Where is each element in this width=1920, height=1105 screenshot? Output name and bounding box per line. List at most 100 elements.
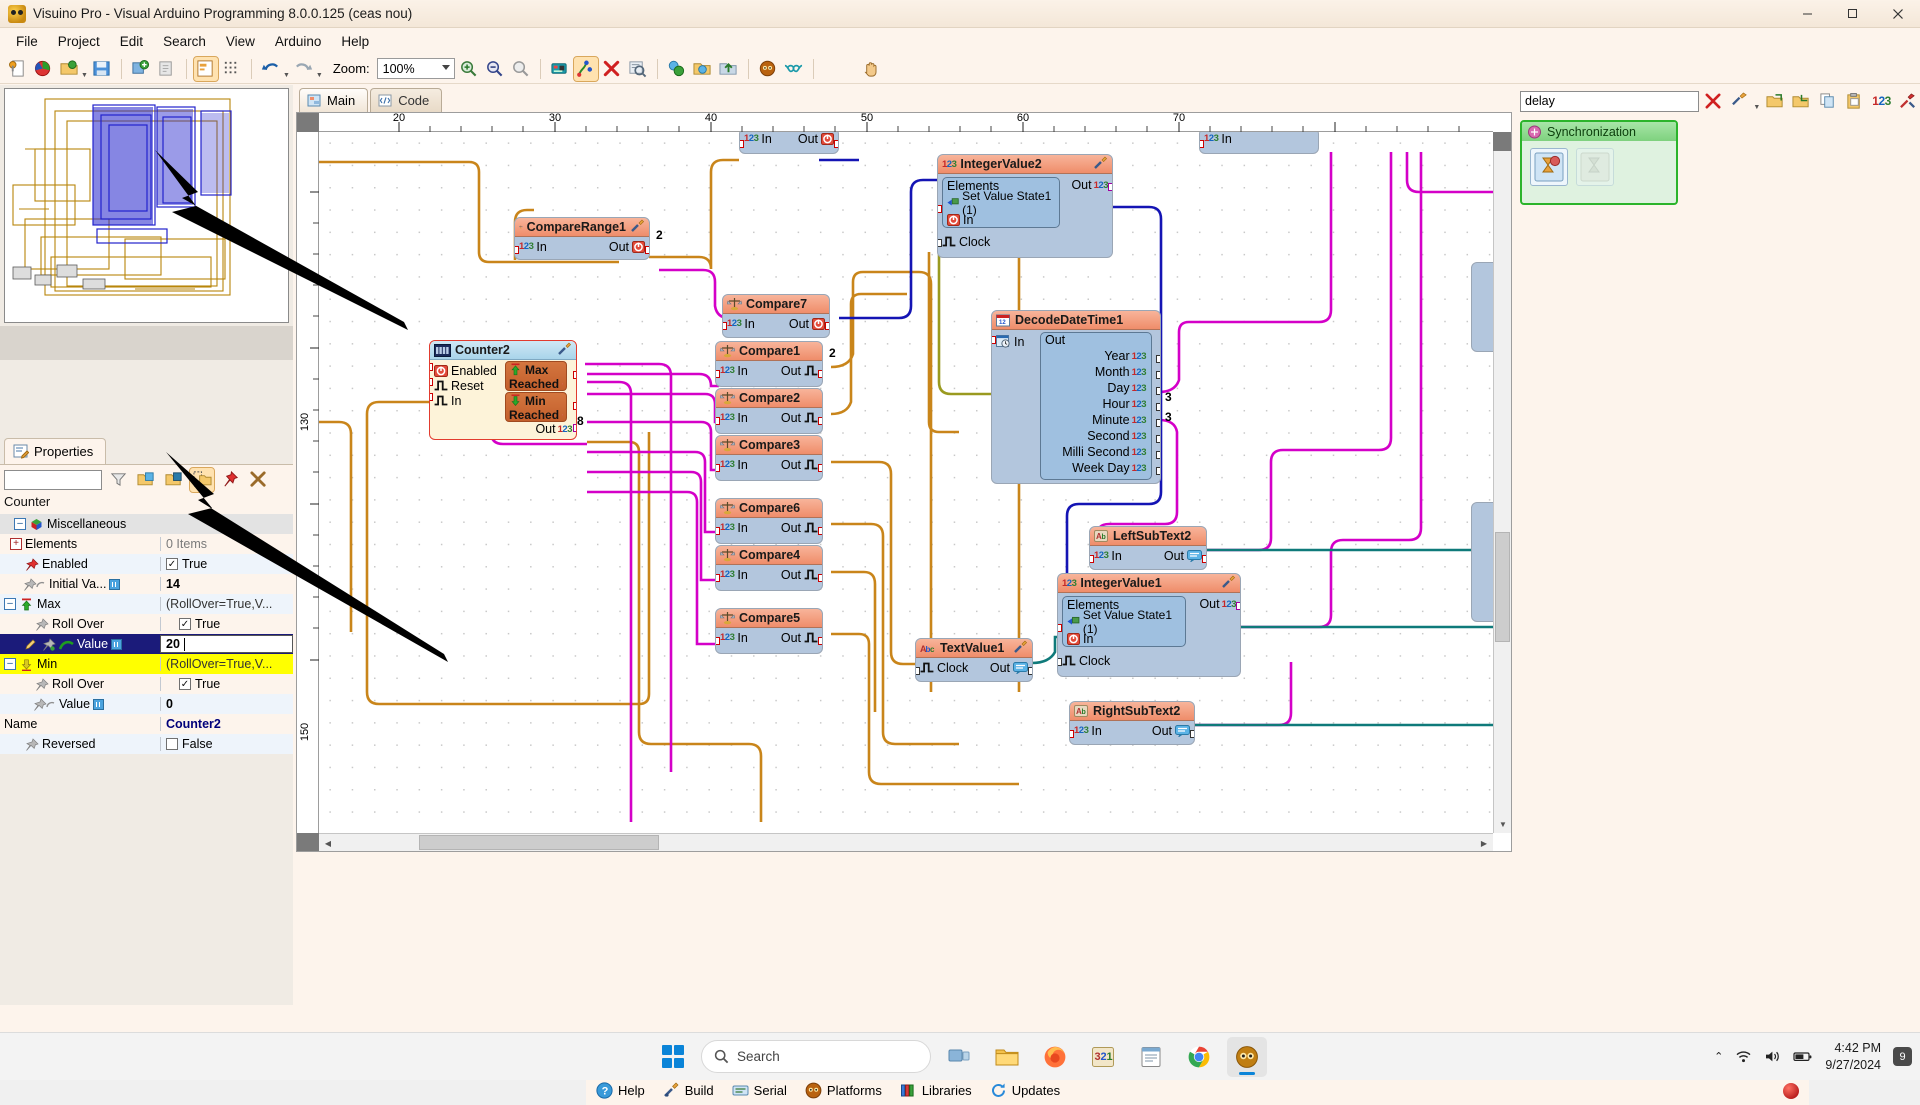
diagram-block-compare1[interactable]: Compare1 123 In Out bbox=[715, 341, 823, 387]
block-output-min-reached[interactable]: Min Reached bbox=[505, 392, 567, 422]
menu-edit[interactable]: Edit bbox=[110, 31, 153, 52]
property-value-reversed[interactable]: False bbox=[160, 737, 293, 751]
delete-red-x-icon[interactable] bbox=[600, 57, 624, 81]
diagram-block-textvalue1[interactable]: Abc TextValue1 Clock Out bbox=[915, 638, 1033, 682]
out-group[interactable]: Out Year 123 Month 123 Day 123 Hour 123 … bbox=[1040, 332, 1152, 480]
diagram-overview-navigator[interactable] bbox=[4, 88, 289, 323]
upload-icon[interactable] bbox=[717, 57, 741, 81]
grid-icon[interactable] bbox=[220, 57, 244, 81]
new-project-icon[interactable] bbox=[5, 57, 29, 81]
open-project-icon[interactable] bbox=[31, 57, 55, 81]
property-pin-max-value[interactable] bbox=[111, 638, 123, 650]
output-pin-out[interactable] bbox=[825, 322, 829, 330]
output-pin-out[interactable] bbox=[818, 637, 822, 645]
property-value-min-value[interactable]: 0 bbox=[160, 697, 293, 711]
block-header[interactable]: 123 IntegerValue1 bbox=[1058, 574, 1240, 593]
input-pin-in[interactable] bbox=[716, 370, 720, 378]
expand-all-icon[interactable] bbox=[134, 468, 158, 492]
save-icon[interactable] bbox=[90, 57, 114, 81]
arduino-ide-icon[interactable] bbox=[756, 57, 780, 81]
property-value-max-value-editor[interactable]: 20 bbox=[160, 635, 293, 653]
property-value-name[interactable]: Counter2 bbox=[160, 717, 293, 731]
property-value-enabled[interactable]: ✓ True bbox=[160, 557, 293, 571]
block-header[interactable]: Compare6 bbox=[716, 499, 822, 518]
property-value-min-rollover[interactable]: ✓ True bbox=[160, 677, 293, 691]
output-pin-out[interactable] bbox=[645, 246, 649, 254]
property-value-max-rollover[interactable]: ✓ True bbox=[160, 617, 293, 631]
block-header[interactable]: 123 IntegerValue2 bbox=[938, 155, 1112, 174]
chevron-down-icon[interactable]: ▼ bbox=[1753, 104, 1760, 111]
block-output-out[interactable]: Out 123 bbox=[535, 422, 572, 436]
diagram-block-decodedatetime1[interactable]: 12 DecodeDateTime1 In Out Year 123 Month… bbox=[991, 310, 1161, 484]
wrench-icon[interactable] bbox=[1093, 156, 1108, 173]
property-row-initial-value[interactable]: Initial Va... 14 bbox=[0, 574, 293, 594]
output-pin-minute[interactable] bbox=[1156, 419, 1160, 427]
expand-icon[interactable] bbox=[1763, 89, 1787, 113]
block-row-clock-out[interactable]: Clock Out bbox=[916, 658, 1032, 677]
volume-icon[interactable] bbox=[1764, 1049, 1781, 1064]
diagram-block-compare4[interactable]: Compare4 123 In Out bbox=[715, 545, 823, 591]
minimize-button[interactable] bbox=[1785, 0, 1830, 28]
output-pin-out[interactable] bbox=[1108, 183, 1112, 191]
block-header[interactable]: Compare3 bbox=[716, 436, 822, 455]
expander-max[interactable]: – bbox=[4, 598, 16, 610]
copy-icon[interactable] bbox=[1817, 89, 1841, 113]
block-row-clock[interactable]: Clock bbox=[1058, 651, 1114, 670]
diagram-block-compare6[interactable]: Compare6 123 In Out bbox=[715, 498, 823, 544]
block-row-in-out[interactable]: 123 In Out bbox=[716, 408, 822, 427]
canvas-top-right-button[interactable] bbox=[1493, 132, 1511, 151]
undo-icon[interactable] bbox=[259, 57, 283, 81]
output-pin-out[interactable] bbox=[1028, 667, 1032, 675]
property-row-miscellaneous[interactable]: – Miscellaneous bbox=[0, 514, 293, 534]
filter-icon[interactable] bbox=[106, 468, 130, 492]
block-header[interactable]: 12 DecodeDateTime1 bbox=[992, 311, 1160, 330]
property-row-reversed[interactable]: Reversed False bbox=[0, 734, 293, 754]
menu-arduino[interactable]: Arduino bbox=[265, 31, 332, 52]
input-pin-in[interactable] bbox=[716, 574, 720, 582]
diagram-block-integervalue2[interactable]: 123 IntegerValue2 Elements Set Value Sta… bbox=[937, 154, 1113, 258]
property-value-min[interactable]: (RollOver=True,V... bbox=[160, 657, 293, 671]
delay-component-icon[interactable] bbox=[1530, 148, 1568, 186]
add-component-icon[interactable] bbox=[129, 57, 153, 81]
save-project-dropdown-caret[interactable]: ▼ bbox=[81, 72, 88, 79]
stop-icon[interactable] bbox=[1783, 1082, 1799, 1099]
input-pin[interactable] bbox=[740, 140, 744, 148]
property-row-max-value[interactable]: Value 20 bbox=[0, 634, 293, 654]
input-pin-in[interactable] bbox=[515, 246, 519, 254]
output-pin-min-reached[interactable] bbox=[573, 402, 576, 410]
property-pin-initial-value[interactable] bbox=[109, 578, 121, 590]
property-pin-min-value[interactable] bbox=[93, 698, 105, 710]
inspect-icon[interactable] bbox=[626, 57, 650, 81]
tab-main[interactable]: Main bbox=[299, 88, 369, 112]
block-row-in-out[interactable]: 123 In Out bbox=[716, 518, 822, 537]
out-row-minute[interactable]: Minute 123 bbox=[1041, 412, 1151, 428]
status-serial[interactable]: Serial bbox=[732, 1082, 787, 1099]
calculator-321-icon[interactable]: 321 bbox=[1083, 1037, 1123, 1077]
paste-icon[interactable] bbox=[1843, 89, 1867, 113]
elements-group[interactable]: Elements Set Value State1 (1) In bbox=[1062, 596, 1186, 647]
input-pin-in[interactable] bbox=[716, 464, 720, 472]
redo-dropdown-caret[interactable]: ▼ bbox=[316, 72, 323, 79]
block-header[interactable]: CompareRange1 bbox=[515, 218, 649, 237]
windows-start-icon[interactable] bbox=[653, 1037, 693, 1077]
property-row-enabled[interactable]: Enabled ✓ True bbox=[0, 554, 293, 574]
status-build[interactable]: Build bbox=[663, 1082, 714, 1099]
wrench-icon[interactable] bbox=[1013, 640, 1028, 657]
block-row-in-out[interactable]: 123 In Out bbox=[723, 314, 829, 333]
property-row-min[interactable]: – Min (RollOver=True,V... bbox=[0, 654, 293, 674]
input-pin[interactable] bbox=[1200, 140, 1204, 148]
menu-search[interactable]: Search bbox=[153, 31, 216, 52]
input-pin-in[interactable] bbox=[938, 205, 942, 213]
output-pin-max-reached[interactable] bbox=[573, 371, 576, 379]
element-item-setvalue[interactable]: Set Value State1 (1) bbox=[943, 189, 1059, 217]
canvas-corner-button[interactable] bbox=[297, 833, 319, 851]
collapse-all-icon[interactable] bbox=[162, 468, 186, 492]
chrome-icon[interactable] bbox=[1179, 1037, 1219, 1077]
status-help[interactable]: ? Help bbox=[596, 1082, 645, 1099]
property-row-max-rollover[interactable]: Roll Over ✓ True bbox=[0, 614, 293, 634]
clear-search-icon[interactable] bbox=[1702, 89, 1726, 113]
out-row-second[interactable]: Second 123 bbox=[1041, 428, 1151, 444]
block-header[interactable]: Ab RightSubText2 bbox=[1070, 702, 1194, 721]
show-panel-icon[interactable] bbox=[192, 55, 219, 82]
status-libraries[interactable]: Libraries bbox=[900, 1082, 972, 1099]
